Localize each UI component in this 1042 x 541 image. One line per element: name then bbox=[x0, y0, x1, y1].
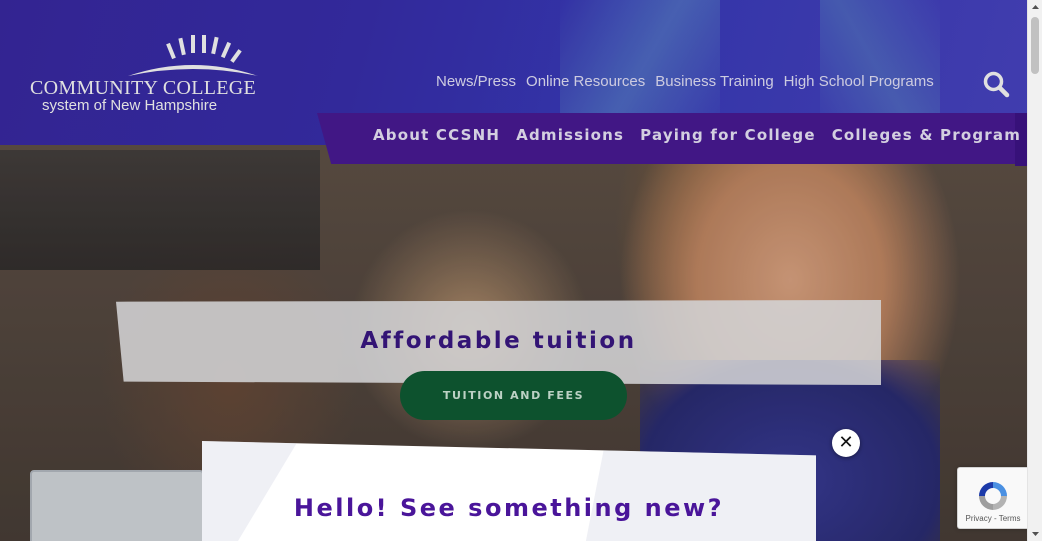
scroll-thumb[interactable] bbox=[1031, 17, 1039, 74]
recaptcha-links[interactable]: Privacy - Terms bbox=[958, 514, 1027, 523]
scroll-down-icon[interactable] bbox=[1028, 526, 1042, 541]
recaptcha-icon bbox=[979, 482, 1007, 510]
page: COMMUNITY COLLEGE system of New Hampshir… bbox=[0, 0, 1027, 541]
modal-decoration bbox=[582, 441, 816, 541]
recaptcha-badge[interactable]: Privacy - Terms bbox=[957, 467, 1027, 529]
modal-decoration bbox=[202, 441, 298, 541]
close-icon[interactable]: ✕ bbox=[832, 429, 860, 457]
scroll-up-icon[interactable] bbox=[1028, 0, 1042, 15]
promo-modal bbox=[202, 441, 816, 541]
scrollbar[interactable] bbox=[1027, 0, 1042, 541]
modal-title: Hello! See something new? bbox=[293, 494, 725, 522]
